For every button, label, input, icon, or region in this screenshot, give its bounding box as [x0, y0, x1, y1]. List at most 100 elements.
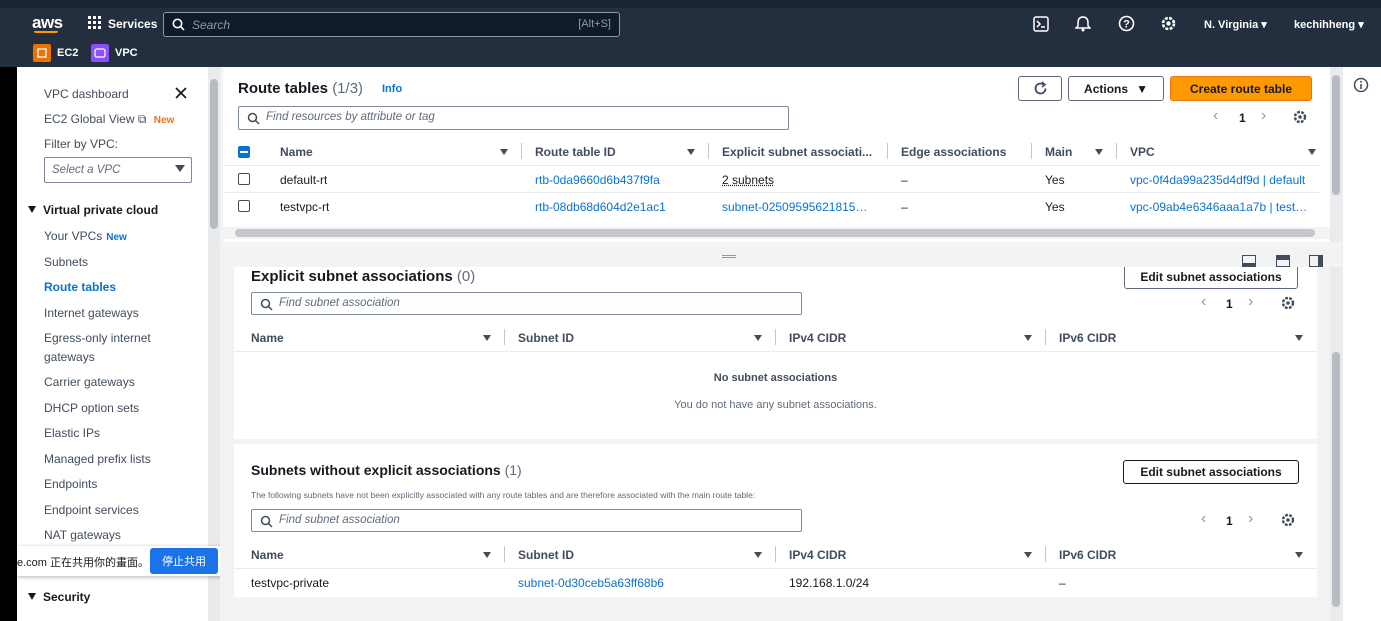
sidebar-item-egress-only-line1[interactable]: Egress-only internet [44, 329, 151, 347]
column-header-name[interactable]: Name [280, 145, 313, 159]
panel-full-icon[interactable] [1276, 255, 1290, 267]
sort-icon[interactable] [1095, 149, 1103, 155]
sidebar-item-vpc-dashboard[interactable]: VPC dashboard [44, 85, 129, 103]
sidebar-item-nat-gateways[interactable]: NAT gateways [44, 526, 121, 544]
sidebar-item-ec2-global-view[interactable]: EC2 Global View ⧉ New [44, 110, 174, 130]
column-divider[interactable] [775, 329, 776, 345]
edit-subnet-associations-button[interactable]: Edit subnet associations [1124, 267, 1298, 289]
vpc-filter-select[interactable]: Select a VPC [44, 157, 192, 183]
column-divider[interactable] [887, 143, 888, 159]
sort-icon[interactable] [754, 552, 762, 558]
page-number[interactable]: 1 [1226, 514, 1233, 528]
column-header-main[interactable]: Main [1045, 145, 1072, 159]
next-page-icon[interactable]: › [1261, 107, 1266, 125]
split-panel-scrollbar[interactable] [1330, 267, 1342, 621]
vpc-link[interactable]: vpc-09ab4e6346aaa1a7b | test… [1130, 200, 1310, 214]
column-header-subnet-id[interactable]: Subnet ID [518, 548, 574, 562]
sort-icon[interactable] [483, 335, 491, 341]
row-checkbox[interactable] [238, 200, 250, 212]
sidebar-item-subnets[interactable]: Subnets [44, 253, 88, 271]
preferences-gear-icon[interactable] [1292, 109, 1308, 125]
column-divider[interactable] [504, 546, 505, 562]
page-number[interactable]: 1 [1226, 297, 1233, 311]
info-circle-icon[interactable] [1353, 77, 1369, 93]
edit-subnet-associations-button[interactable]: Edit subnet associations [1123, 460, 1299, 484]
scrollbar-thumb[interactable] [235, 229, 1315, 237]
column-divider[interactable] [504, 329, 505, 345]
column-divider[interactable] [521, 143, 522, 159]
sidebar-item-elastic-ips[interactable]: Elastic IPs [44, 424, 100, 442]
column-divider[interactable] [1116, 143, 1117, 159]
column-header-subnet-id[interactable]: Subnet ID [518, 331, 574, 345]
sidebar-scrollbar[interactable] [208, 67, 220, 621]
ec2-service-icon[interactable] [33, 44, 51, 62]
sidebar-item-internet-gateways[interactable]: Internet gateways [44, 304, 139, 322]
global-search-input[interactable]: Search [Alt+S] [163, 12, 620, 37]
without-filter-input[interactable]: Find subnet association [251, 509, 802, 532]
column-divider[interactable] [1031, 143, 1032, 159]
scrollbar-thumb[interactable] [1332, 352, 1340, 607]
sort-icon[interactable] [687, 149, 695, 155]
previous-page-icon[interactable]: ‹ [1213, 107, 1218, 125]
sort-icon[interactable] [754, 335, 762, 341]
account-menu[interactable]: kechihheng ▾ [1294, 18, 1364, 31]
explicit-filter-input[interactable]: Find subnet association [251, 292, 802, 315]
column-divider[interactable] [1045, 546, 1046, 562]
column-divider[interactable] [708, 143, 709, 159]
column-header-ipv6-cidr[interactable]: IPv6 CIDR [1059, 331, 1116, 345]
horizontal-scrollbar[interactable] [223, 227, 1330, 239]
preferences-gear-icon[interactable] [1280, 295, 1296, 311]
sort-icon[interactable] [1308, 149, 1316, 155]
aws-logo[interactable]: aws [32, 13, 63, 33]
section-virtual-private-cloud[interactable]: Virtual private cloud [43, 201, 158, 219]
region-selector[interactable]: N. Virginia ▾ [1204, 18, 1267, 31]
previous-page-icon[interactable]: ‹ [1201, 510, 1206, 528]
favorite-vpc[interactable]: VPC [115, 47, 138, 59]
expand-caret-icon[interactable] [28, 593, 36, 600]
cloudshell-icon[interactable] [1033, 16, 1049, 32]
column-header-route-table-id[interactable]: Route table ID [535, 145, 616, 159]
preferences-gear-icon[interactable] [1280, 512, 1296, 528]
column-header-edge-associations[interactable]: Edge associations [901, 145, 1006, 159]
services-grid-icon[interactable] [88, 16, 102, 30]
services-menu[interactable]: Services [108, 17, 157, 31]
sort-icon[interactable] [1295, 552, 1303, 558]
panel-side-icon[interactable] [1309, 255, 1323, 267]
notifications-bell-icon[interactable] [1075, 15, 1091, 32]
sidebar-item-egress-only-line2[interactable]: gateways [44, 348, 95, 366]
close-icon[interactable] [175, 87, 187, 99]
column-header-ipv4-cidr[interactable]: IPv4 CIDR [789, 548, 846, 562]
expand-caret-icon[interactable] [28, 206, 36, 213]
sort-icon[interactable] [1024, 552, 1032, 558]
column-header-name[interactable]: Name [251, 331, 284, 345]
next-page-icon[interactable]: › [1248, 510, 1253, 528]
sidebar-item-endpoints[interactable]: Endpoints [44, 475, 97, 493]
column-divider[interactable] [775, 546, 776, 562]
column-header-explicit-subnet[interactable]: Explicit subnet associati... [722, 145, 872, 159]
column-header-ipv6-cidr[interactable]: IPv6 CIDR [1059, 548, 1116, 562]
section-security[interactable]: Security [43, 588, 90, 606]
sort-icon[interactable] [1024, 335, 1032, 341]
previous-page-icon[interactable]: ‹ [1201, 293, 1206, 311]
vpc-link[interactable]: vpc-0f4da99a235d4df9d | default [1130, 173, 1320, 187]
sidebar-item-endpoint-services[interactable]: Endpoint services [44, 501, 139, 519]
table-vertical-scrollbar[interactable] [1330, 67, 1342, 242]
sidebar-item-dhcp-option-sets[interactable]: DHCP option sets [44, 399, 139, 417]
sort-icon[interactable] [483, 552, 491, 558]
refresh-button[interactable] [1018, 76, 1062, 101]
explicit-subnets-popover[interactable]: 2 subnets [722, 173, 774, 187]
column-divider[interactable] [1045, 329, 1046, 345]
sidebar-item-managed-prefix-lists[interactable]: Managed prefix lists [44, 450, 151, 468]
vpc-service-icon[interactable] [91, 44, 109, 62]
column-header-vpc[interactable]: VPC [1130, 145, 1155, 159]
panel-bottom-icon[interactable] [1242, 255, 1256, 267]
actions-button[interactable]: Actions ▼ [1068, 76, 1164, 101]
route-table-id-link[interactable]: rtb-08db68d604d2e1ac1 [535, 200, 666, 214]
sort-icon[interactable] [1295, 335, 1303, 341]
subnet-link[interactable]: subnet-02509595621815… [722, 200, 882, 214]
column-header-name[interactable]: Name [251, 548, 284, 562]
settings-gear-icon[interactable] [1160, 15, 1177, 32]
row-checkbox[interactable] [238, 173, 250, 185]
scrollbar-thumb[interactable] [1332, 75, 1340, 195]
info-link[interactable]: Info [382, 83, 402, 95]
